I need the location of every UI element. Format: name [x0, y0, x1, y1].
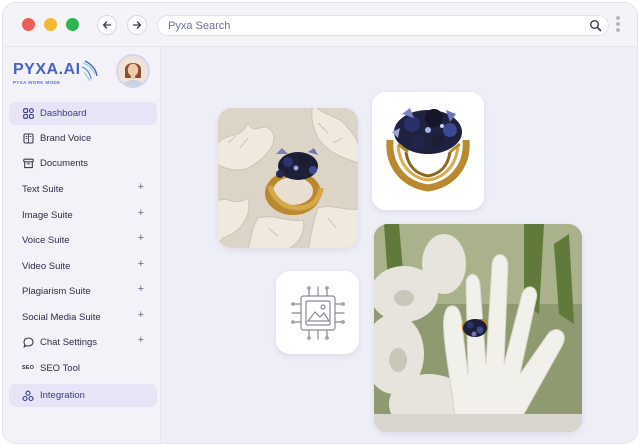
brand-name: PYXA.AI [13, 61, 81, 78]
avatar-portrait-icon [118, 56, 148, 86]
sidebar-item-image-suite[interactable]: Image Suite + [9, 203, 157, 229]
sidebar-item-video-suite[interactable]: Video Suite + [9, 254, 157, 280]
browser-window: PYXA.AI PYXA WORK MODE [2, 2, 638, 444]
ring-product-image[interactable] [372, 92, 484, 210]
sidebar-item-label: Plagiarism Suite [22, 286, 91, 298]
ai-image-chip-card[interactable] [276, 271, 359, 354]
sidebar-item-dashboard[interactable]: Dashboard [9, 102, 157, 125]
ai-image-chip-icon [290, 285, 345, 340]
ring-product-photo [372, 92, 484, 210]
sidebar-item-label: Social Media Suite [22, 311, 101, 323]
chat-icon [22, 337, 34, 349]
grid-icon [22, 108, 34, 120]
hand-ring-photo [374, 224, 582, 432]
seo-icon: SEO [22, 362, 34, 374]
sidebar-menu: Dashboard Brand Voice Documents Text Sui… [9, 102, 157, 409]
brand-tagline: PYXA WORK MODE [13, 80, 61, 85]
expand-plus-icon[interactable]: + [138, 309, 144, 321]
archive-icon [22, 158, 34, 170]
sidebar-item-label: Text Suite [22, 184, 64, 196]
arrow-left-icon [102, 21, 112, 29]
brand-logo[interactable]: PYXA.AI PYXA WORK MODE [13, 59, 103, 91]
hand-with-ring-image[interactable] [374, 224, 582, 432]
sidebar-item-label: SEO Tool [40, 362, 80, 374]
expand-plus-icon[interactable]: + [138, 207, 144, 219]
close-window-button[interactable] [22, 18, 35, 31]
back-button[interactable] [97, 15, 117, 35]
sidebar-item-label: Video Suite [22, 260, 71, 272]
expand-plus-icon[interactable]: + [138, 283, 144, 295]
main-content [162, 47, 637, 443]
sidebar-item-label: Image Suite [22, 209, 73, 221]
sidebar-item-chat-settings[interactable]: Chat Settings + [9, 330, 157, 356]
sidebar-item-seo-tool[interactable]: SEO SEO Tool [9, 356, 157, 382]
integration-icon [22, 390, 34, 402]
book-icon [22, 133, 34, 145]
minimize-window-button[interactable] [44, 18, 57, 31]
ring-coral-photo [218, 108, 358, 248]
ring-on-coral-image[interactable] [218, 108, 358, 248]
expand-plus-icon[interactable]: + [138, 232, 144, 244]
seo-badge: SEO [21, 365, 35, 372]
more-options-icon[interactable] [615, 16, 621, 36]
sidebar-item-brand-voice[interactable]: Brand Voice [9, 127, 157, 150]
maximize-window-button[interactable] [66, 18, 79, 31]
forward-button[interactable] [127, 15, 147, 35]
sidebar-item-social-media-suite[interactable]: Social Media Suite + [9, 305, 157, 331]
arrow-right-icon [132, 21, 142, 29]
sidebar-item-text-suite[interactable]: Text Suite + [9, 177, 157, 203]
search-input[interactable] [168, 18, 578, 34]
sidebar-item-label: Integration [40, 390, 85, 401]
sidebar-item-label: Voice Suite [22, 235, 70, 247]
expand-plus-icon[interactable]: + [138, 334, 144, 346]
expand-plus-icon[interactable]: + [138, 258, 144, 270]
sidebar: PYXA.AI PYXA WORK MODE Dashboard Brand V… [3, 47, 161, 443]
search-icon[interactable] [589, 19, 602, 32]
sidebar-item-integration[interactable]: Integration [9, 384, 157, 407]
logo-mark-icon [81, 60, 98, 82]
sidebar-item-plagiarism-suite[interactable]: Plagiarism Suite + [9, 279, 157, 305]
search-bar[interactable] [157, 15, 609, 36]
sidebar-item-label: Documents [40, 158, 89, 169]
sidebar-item-label: Chat Settings [40, 337, 98, 349]
sidebar-item-voice-suite[interactable]: Voice Suite + [9, 228, 157, 254]
expand-plus-icon[interactable]: + [138, 181, 144, 193]
title-bar [3, 3, 637, 47]
user-avatar[interactable] [118, 56, 148, 86]
sidebar-item-label: Brand Voice [40, 133, 92, 144]
sidebar-item-documents[interactable]: Documents [9, 152, 157, 175]
sidebar-item-label: Dashboard [40, 108, 87, 119]
